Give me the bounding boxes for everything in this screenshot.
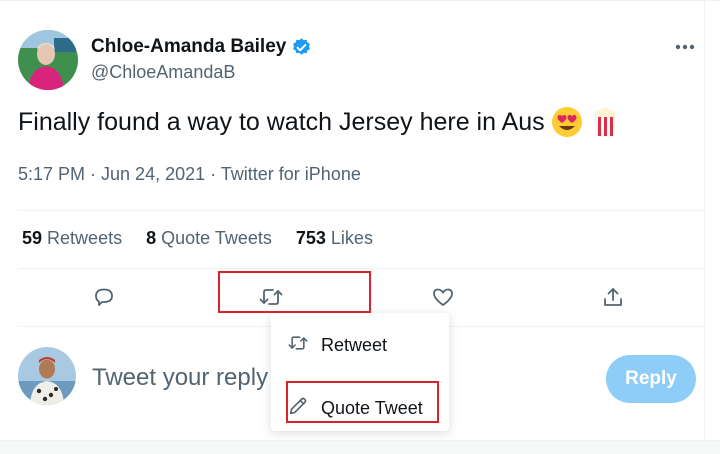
quote-tweets-label: Quote Tweets	[161, 228, 272, 248]
menu-item-retweet[interactable]: Retweet	[287, 333, 387, 358]
retweets-count[interactable]: 59 Retweets	[22, 228, 122, 249]
menu-item-retweet-label: Retweet	[321, 335, 388, 355]
reply-icon[interactable]	[87, 280, 121, 314]
quote-tweets-number: 8	[146, 228, 157, 248]
verified-badge-icon	[291, 37, 312, 58]
panel-border	[704, 0, 705, 440]
quote-tweet-highlight-box	[286, 381, 439, 423]
timeline-separator	[0, 440, 720, 454]
retweet-highlight-box	[218, 271, 371, 313]
likes-label: Likes	[330, 228, 373, 248]
author-handle[interactable]: @ChloeAmandaB	[91, 62, 235, 83]
like-icon[interactable]	[426, 280, 460, 314]
author-avatar[interactable]	[18, 30, 78, 90]
retweet-icon	[287, 333, 309, 358]
user-avatar[interactable]	[18, 347, 76, 405]
tweet-text: Finally found a way to watch Jersey here…	[18, 106, 621, 138]
share-icon[interactable]	[596, 280, 630, 314]
divider	[18, 268, 704, 269]
divider	[18, 210, 704, 211]
tweet-timestamp-source[interactable]: 5:17 PM · Jun 24, 2021 · Twitter for iPh…	[18, 164, 361, 185]
heart-eyes-emoji	[551, 106, 583, 138]
tweet-text-content: Finally found a way to watch Jersey here…	[18, 107, 545, 136]
author-name-text[interactable]: Chloe-Amanda Bailey	[91, 36, 286, 58]
likes-number: 753	[295, 228, 326, 248]
author-name[interactable]: Chloe-Amanda Bailey	[91, 36, 312, 58]
more-options-icon[interactable]	[672, 34, 698, 60]
quote-tweets-count[interactable]: 8 Quote Tweets	[146, 228, 272, 249]
retweets-label: Retweets	[47, 228, 123, 248]
retweets-number: 59	[22, 228, 43, 248]
reply-input[interactable]	[92, 364, 272, 392]
popcorn-emoji	[589, 106, 621, 138]
tweet-stats: 59 Retweets 8 Quote Tweets 753 Likes	[22, 228, 373, 249]
likes-count[interactable]: 753 Likes	[296, 228, 373, 249]
reply-button[interactable]: Reply	[606, 355, 696, 403]
